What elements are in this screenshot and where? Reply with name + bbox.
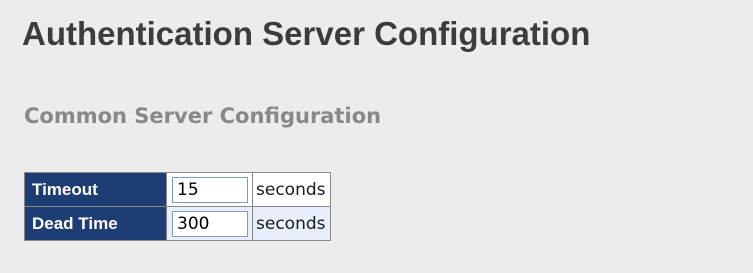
page-title: Authentication Server Configuration [22, 15, 591, 52]
timeout-input[interactable] [172, 176, 248, 203]
timeout-unit: seconds [252, 172, 331, 207]
dead-time-unit: seconds [252, 206, 331, 241]
table-row-dead-time: Dead Time seconds [24, 206, 331, 241]
common-server-config-table: Timeout seconds Dead Time seconds [24, 172, 331, 241]
dead-time-input[interactable] [172, 210, 248, 237]
table-row-timeout: Timeout seconds [24, 172, 331, 207]
dead-time-value-cell [166, 206, 253, 241]
timeout-value-cell [166, 172, 253, 207]
dead-time-label: Dead Time [24, 206, 167, 241]
timeout-label: Timeout [24, 172, 167, 207]
section-title-common-server: Common Server Configuration [24, 104, 382, 128]
